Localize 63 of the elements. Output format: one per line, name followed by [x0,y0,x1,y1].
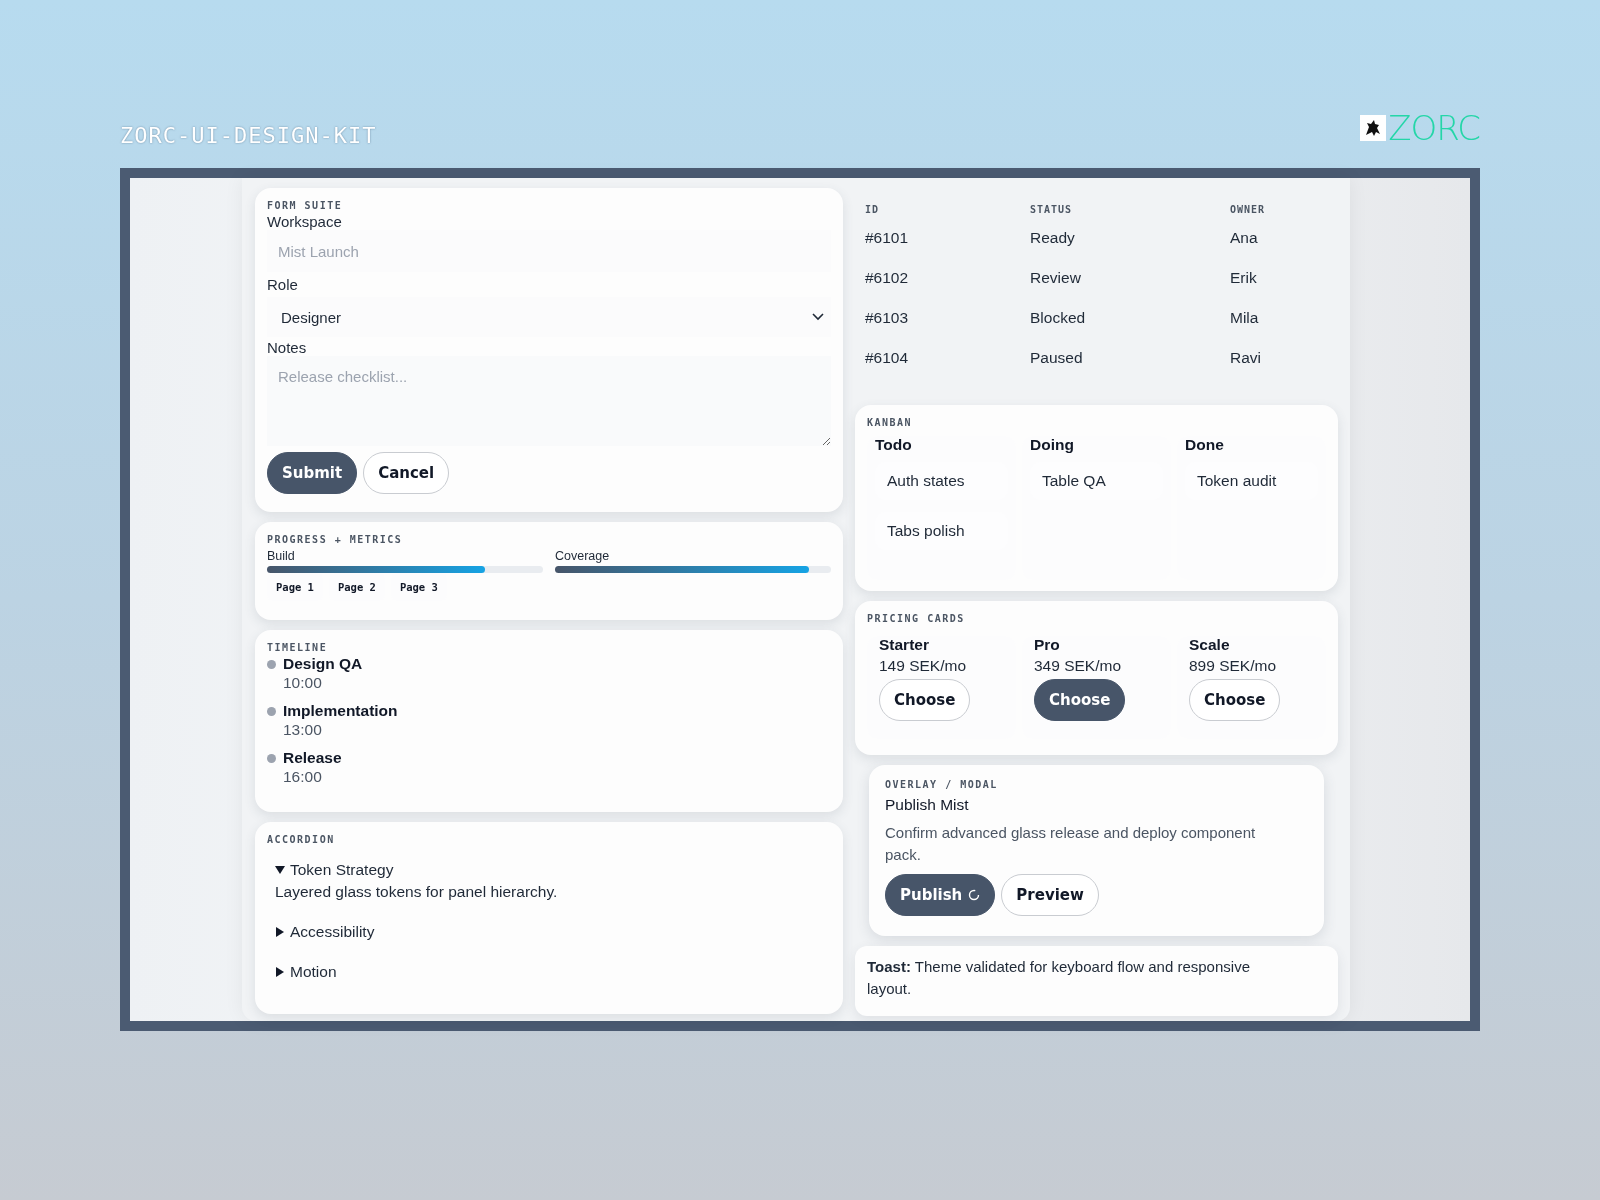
plan-name: Starter [879,636,929,654]
table-cell-text: Ravi [1230,349,1262,368]
modal-title: Publish Mist [885,796,970,814]
timeline-dot [267,659,276,669]
section-label: OVERLAY / MODAL [885,779,999,790]
meter-label: Build [267,549,296,563]
table-cell-text: #6102 [865,269,910,288]
plan-price: 349 SEK/mo [1034,657,1122,675]
accordion-header[interactable]: Accessibility [275,923,375,941]
event-title: Release [283,749,343,767]
logo-text: ZORC [1388,108,1480,148]
timeline-dot [267,706,276,716]
table-cell-text: Paused [1030,349,1084,368]
page-title: ZORC-UI-DESIGN-KIT [120,123,377,148]
secondary-button[interactable]: Preview [1001,874,1099,916]
section-label: FORM SUITE [267,200,344,211]
accordion-header[interactable]: Token Strategy [275,861,394,879]
plan-name: Scale [1189,636,1230,654]
choose-button[interactable]: Choose [1034,679,1126,721]
field-label: Notes [267,339,308,356]
column-title: Doing [1030,436,1075,454]
field-label: Role [267,276,299,293]
accordion-text: Layered glass tokens for panel hierarchy. [275,883,559,901]
chevron-down-icon [811,312,825,322]
primary-button[interactable]: Submit [267,452,358,494]
table-cell-text: Ready [1030,229,1076,248]
table-cell-text: Review [1030,269,1082,288]
toast-message: Toast: Theme validated for keyboard flow and responsive layout. [855,946,1338,1016]
choose-button[interactable]: Choose [1189,679,1281,721]
choose-button[interactable]: Choose [879,679,971,721]
table-cell-text: Blocked [1030,309,1087,328]
event-time: 16:00 [283,768,323,787]
table-cell-text: #6104 [865,349,910,368]
section-label: TIMELINE [267,642,329,653]
column-header: STATUS [1030,203,1074,217]
event-title: Design QA [283,655,364,673]
column-title: Done [1185,436,1225,454]
timeline-dot [267,753,276,763]
primary-button[interactable]: Publish [885,874,996,916]
plan-name: Pro [1034,636,1060,654]
column-header: ID [865,203,881,217]
section-label: ACCORDION [267,834,336,845]
column-title: Todo [875,436,913,454]
event-title: Implementation [283,702,399,720]
section-label: KANBAN [867,417,914,428]
meter-label: Coverage [555,549,611,563]
textarea-field[interactable]: Release checklist... [267,356,831,446]
section-label: PRICING CARDS [867,613,966,624]
event-time: 10:00 [283,674,323,693]
secondary-button[interactable]: Cancel [363,452,450,494]
plan-price: 149 SEK/mo [879,657,967,675]
table-cell-text: Ana [1230,229,1259,248]
modal-text: Confirm advanced glass release and deploy component pack. [885,823,1257,865]
event-time: 13:00 [283,721,323,740]
table-cell-text: Erik [1230,269,1258,288]
accordion-header[interactable]: Motion [275,963,337,981]
column-header: OWNER [1230,203,1267,217]
section-label: PROGRESS + METRICS [267,534,404,545]
table-cell-text: #6101 [865,229,910,248]
table-cell-text: Mila [1230,309,1260,328]
field-label: Workspace [267,213,343,230]
plan-price: 899 SEK/mo [1189,657,1277,675]
table-cell-text: #6103 [865,309,910,328]
